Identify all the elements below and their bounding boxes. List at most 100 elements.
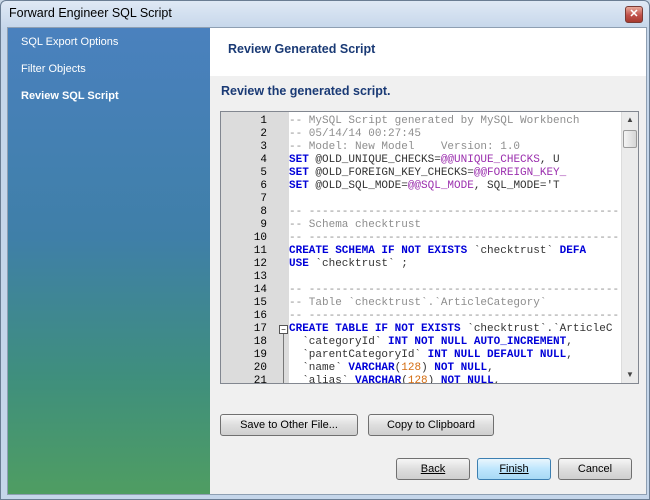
code-line: -- 05/14/14 00:27:45 (289, 128, 622, 141)
code-token: @OLD_SQL_MODE= (315, 180, 408, 192)
scrollbar-thumb[interactable] (623, 130, 637, 148)
code-token: @@FOREIGN_KEY_ (473, 167, 567, 179)
scroll-down-icon[interactable]: ▼ (622, 367, 638, 383)
sidebar-item-sql-export-options[interactable]: SQL Export Options (21, 36, 118, 48)
sidebar-item-filter-objects[interactable]: Filter Objects (21, 63, 86, 75)
code-token: VARCHAR (355, 375, 402, 383)
line-number: 1 (260, 115, 267, 127)
save-to-other-file-button[interactable]: Save to Other File... (220, 414, 358, 436)
code-token: ) (421, 362, 435, 374)
vertical-scrollbar[interactable]: ▲ ▼ (621, 112, 638, 383)
line-number: 7 (260, 193, 267, 205)
code-token: DEFA (559, 245, 587, 257)
wizard-content: Review Generated Script Review the gener… (210, 28, 646, 494)
code-token: `categoryId` (289, 336, 389, 348)
fold-guide-line (283, 334, 284, 383)
code-token: -- Schema checktrust (289, 219, 422, 231)
code-line: USE `checktrust` ; (289, 258, 622, 271)
wizard-sidebar: SQL Export Options Filter Objects Review… (8, 28, 210, 494)
close-button[interactable]: ✕ (625, 6, 643, 23)
code-token: -- -------------------------------------… (289, 232, 620, 244)
line-number: 8 (260, 206, 267, 218)
code-token: -- 05/14/14 00:27:45 (289, 128, 422, 140)
code-token: CREATE SCHEMA IF NOT EXISTS (289, 245, 474, 257)
line-number: 15 (253, 297, 267, 309)
code-line: SET @OLD_FOREIGN_KEY_CHECKS=@@FOREIGN_KE… (289, 167, 622, 180)
line-number: 17 (253, 323, 267, 335)
code-token: -- MySQL Script generated by MySQL Workb… (289, 115, 580, 127)
code-line: -- Schema checktrust (289, 219, 622, 232)
window-title: Forward Engineer SQL Script (9, 6, 172, 20)
finish-button-label: Finish (499, 463, 529, 475)
code-token: `parentCategoryId` (289, 349, 428, 361)
code-token: NOT NULL (434, 362, 488, 374)
line-number: 3 (260, 141, 267, 153)
cancel-button[interactable]: Cancel (558, 458, 632, 480)
back-button-label: Back (420, 463, 446, 475)
code-token: SET (289, 167, 316, 179)
code-line: -- Model: New Model Version: 1.0 (289, 141, 622, 154)
code-token: `checktrust` ; (315, 258, 408, 270)
code-token: VARCHAR (348, 362, 395, 374)
code-line: -- -------------------------------------… (289, 284, 622, 297)
code-token: SET (289, 180, 316, 192)
line-number: 12 (253, 258, 267, 270)
code-line: -- MySQL Script generated by MySQL Workb… (289, 115, 622, 128)
dialog-client: SQL Export Options Filter Objects Review… (7, 27, 647, 495)
code-token: ( (401, 375, 408, 383)
code-token: @OLD_UNIQUE_CHECKS= (315, 154, 441, 166)
line-number-gutter: 1 2 3 4 5 6 7 8 9 10 11 12 13 14 15 16 17 18 19 20 21− (221, 112, 289, 383)
line-number: 5 (260, 167, 267, 179)
sidebar-item-review-sql-script[interactable]: Review SQL Script (21, 90, 119, 102)
line-number: 4 (260, 154, 267, 166)
code-token: @@SQL_MODE (407, 180, 474, 192)
code-line: SET @OLD_UNIQUE_CHECKS=@@UNIQUE_CHECKS, … (289, 154, 622, 167)
code-token: 128 (401, 362, 422, 374)
line-number: 9 (260, 219, 267, 231)
code-token: , (566, 349, 573, 361)
page-subtitle: Review the generated script. (221, 84, 391, 98)
code-area[interactable]: -- MySQL Script generated by MySQL Workb… (289, 112, 622, 383)
line-number: 10 (253, 232, 267, 244)
line-number: 6 (260, 180, 267, 192)
code-line: CREATE TABLE IF NOT EXISTS `checktrust`.… (289, 323, 622, 336)
fold-toggle-icon[interactable]: − (279, 325, 288, 334)
code-token: -- -------------------------------------… (289, 284, 620, 296)
code-token: -- Table `checktrust`.`ArticleCategory` (289, 297, 547, 309)
code-token: SET (289, 154, 316, 166)
code-token: `checktrust` (473, 245, 560, 257)
code-token: ) (427, 375, 441, 383)
code-line: -- -------------------------------------… (289, 310, 622, 323)
code-token: , (566, 336, 573, 348)
line-number: 19 (253, 349, 267, 361)
line-number: 2 (260, 128, 267, 140)
back-button[interactable]: Back (396, 458, 470, 480)
code-token: `alias` (289, 375, 356, 383)
code-token: INT NOT NULL AUTO_INCREMENT (388, 336, 567, 348)
line-number: 14 (253, 284, 267, 296)
finish-button[interactable]: Finish (477, 458, 551, 480)
code-line: `alias` VARCHAR(128) NOT NULL, (289, 375, 622, 383)
code-line: -- Table `checktrust`.`ArticleCategory` (289, 297, 622, 310)
title-bar[interactable]: Forward Engineer SQL Script ✕ (1, 1, 649, 27)
code-line: `name` VARCHAR(128) NOT NULL, (289, 362, 622, 375)
code-token: , (493, 375, 501, 383)
copy-to-clipboard-button[interactable]: Copy to Clipboard (368, 414, 494, 436)
code-token: NOT NULL (440, 375, 494, 383)
code-token: -- -------------------------------------… (289, 206, 620, 218)
scroll-up-icon[interactable]: ▲ (622, 112, 638, 128)
code-token: INT NULL DEFAULT NULL (427, 349, 567, 361)
code-token: @@UNIQUE_CHECKS (440, 154, 540, 166)
code-token: USE (289, 258, 316, 270)
line-number: 20 (253, 362, 267, 374)
code-token: , (487, 362, 494, 374)
line-number: 13 (253, 271, 267, 283)
code-token: `checktrust`.`ArticleC (467, 323, 613, 335)
sql-script-editor[interactable]: 1 2 3 4 5 6 7 8 9 10 11 12 13 14 15 16 17 18 19 20 21− -- My… (220, 111, 639, 384)
code-line: `categoryId` INT NOT NULL AUTO_INCREMENT… (289, 336, 622, 349)
page-title: Review Generated Script (228, 42, 376, 56)
code-line: SET @OLD_SQL_MODE=@@SQL_MODE, SQL_MODE='… (289, 180, 622, 193)
code-token: CREATE TABLE IF NOT EXISTS (289, 323, 468, 335)
code-token: -- -------------------------------------… (289, 310, 620, 322)
